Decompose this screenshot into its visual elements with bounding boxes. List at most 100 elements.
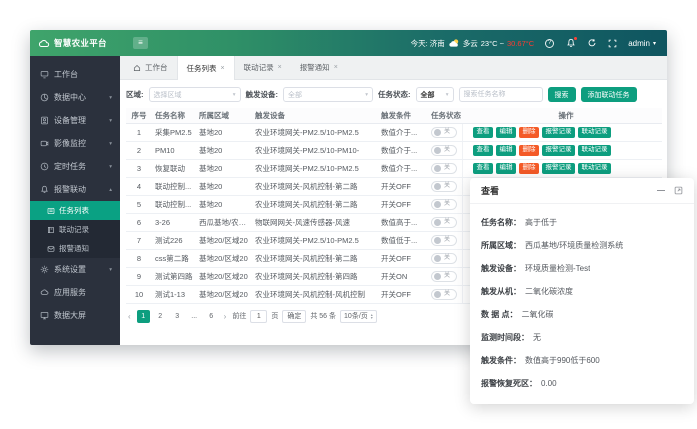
field-value: 环境质量检测-Test [525, 263, 590, 274]
sidebar-item-timed-tasks[interactable]: 定时任务 ▾ [30, 155, 120, 178]
action-edit-button[interactable]: 编辑 [496, 127, 516, 139]
sidebar-item-data-center[interactable]: 数据中心 ▾ [30, 86, 120, 109]
sidebar-collapse-button[interactable]: ≡ [133, 37, 148, 49]
add-linkage-task-button[interactable]: 添加联动任务 [581, 87, 637, 102]
sidebar-item-video-monitor[interactable]: 影像监控 ▾ [30, 132, 120, 155]
close-icon[interactable]: × [221, 65, 225, 72]
action-alarm-record-button[interactable]: 报警记录 [542, 127, 575, 139]
action-view-button[interactable]: 查看 [473, 163, 493, 175]
status-toggle[interactable]: 关 [431, 145, 457, 156]
next-page-icon[interactable]: › [222, 312, 229, 321]
sidebar-item-workbench[interactable]: 工作台 [30, 63, 120, 86]
status-toggle[interactable]: 关 [431, 217, 457, 228]
status-toggle[interactable]: 关 [431, 199, 457, 210]
confirm-button[interactable]: 确定 [282, 310, 306, 323]
username: admin [628, 39, 650, 48]
expand-icon[interactable] [674, 186, 683, 195]
tab-workbench[interactable]: 工作台 [124, 56, 177, 79]
action-alarm-record-button[interactable]: 报警记录 [542, 145, 575, 157]
page-6[interactable]: 6 [205, 310, 218, 323]
toggle-knob [434, 129, 441, 136]
search-input[interactable] [459, 87, 543, 102]
page-2[interactable]: 2 [154, 310, 167, 323]
gear-icon [40, 265, 49, 274]
notifications-bell-icon[interactable] [565, 38, 576, 49]
toggle-knob [434, 165, 441, 172]
status-toggle[interactable]: 关 [431, 253, 457, 264]
search-button[interactable]: 搜索 [548, 87, 576, 102]
minimize-icon[interactable] [657, 190, 665, 192]
page-size-select[interactable]: 10条/页 ▴▾ [340, 310, 377, 323]
action-view-button[interactable]: 查看 [473, 127, 493, 139]
sidebar-item-system-settings[interactable]: 系统设置 ▾ [30, 258, 120, 281]
sidebar-item-linkage-records[interactable]: 联动记录 [30, 220, 120, 239]
refresh-icon[interactable] [586, 38, 597, 49]
action-edit-button[interactable]: 编辑 [496, 163, 516, 175]
status-toggle[interactable]: 关 [431, 163, 457, 174]
list-icon [47, 207, 55, 215]
fullscreen-icon[interactable] [607, 38, 618, 49]
cell-trigger-device: 物联网网关-风速传感器-风速 [252, 213, 378, 231]
task-status-label: 任务状态: [378, 89, 411, 100]
action-linkage-record-button[interactable]: 联动记录 [578, 127, 611, 139]
close-icon[interactable]: × [278, 64, 282, 71]
action-delete-button[interactable]: 删除 [519, 127, 539, 139]
status-toggle[interactable]: 关 [431, 289, 457, 300]
tab-task-list[interactable]: 任务列表 × [177, 56, 235, 80]
tab-alarm-notify[interactable]: 报警通知 × [291, 56, 347, 79]
status-toggle[interactable]: 关 [431, 181, 457, 192]
sidebar-item-app-services[interactable]: 应用服务 [30, 281, 120, 304]
prev-page-icon[interactable]: ‹ [126, 312, 133, 321]
app-title: 智慧农业平台 [54, 37, 107, 49]
cell-sliver [462, 285, 470, 303]
sidebar-item-device-manage[interactable]: 设备管理 ▾ [30, 109, 120, 132]
status-toggle[interactable]: 关 [431, 235, 457, 246]
cell-task-name: css第二路 [152, 249, 196, 267]
book-icon [47, 226, 55, 234]
status-toggle[interactable]: 关 [431, 127, 457, 138]
action-linkage-record-button[interactable]: 联动记录 [578, 163, 611, 175]
help-icon[interactable]: ? [544, 38, 555, 49]
field-value: 二氧化碳浓度 [525, 286, 573, 297]
cell-trigger-condition: 开关OFF [378, 177, 428, 195]
cell-num: 9 [126, 267, 152, 285]
device-icon [40, 116, 49, 125]
sidebar-item-alarm-linkage[interactable]: 报警联动 ▴ [30, 178, 120, 201]
goto-page-input[interactable] [250, 310, 267, 323]
user-menu[interactable]: admin ▾ [628, 39, 656, 48]
cell-task-status: 关 [428, 177, 462, 195]
sidebar-item-data-screen[interactable]: 数据大屏 [30, 304, 120, 327]
sidebar-item-task-list[interactable]: 任务列表 [30, 201, 120, 220]
chevron-down-icon: ▾ [365, 92, 368, 98]
page-3[interactable]: 3 [171, 310, 184, 323]
region-label: 区域: [126, 89, 144, 100]
action-delete-button[interactable]: 删除 [519, 163, 539, 175]
close-icon[interactable]: × [334, 64, 338, 71]
notification-badge [574, 37, 578, 41]
cell-trigger-condition: 数值介于... [378, 123, 428, 141]
action-delete-button[interactable]: 删除 [519, 145, 539, 157]
modal-header: 查看 [470, 178, 694, 204]
field-label: 任务名称： [481, 217, 521, 228]
cell-region: 基地20 [196, 177, 252, 195]
action-edit-button[interactable]: 编辑 [496, 145, 516, 157]
top-header: 智慧农业平台 ≡ 今天: 济南 多云 23°C ~ 30.67°C ? [30, 30, 667, 56]
page-1[interactable]: 1 [137, 310, 150, 323]
cell-task-status: 关 [428, 213, 462, 231]
sidebar: 工作台 数据中心 ▾ 设备管理 ▾ 影像监控 ▾ 定时任务 ▾ [30, 56, 120, 345]
action-view-button[interactable]: 查看 [473, 145, 493, 157]
pie-chart-icon [40, 93, 49, 102]
toggle-knob [434, 273, 441, 280]
trigger-device-select[interactable]: 全部 ▾ [283, 87, 373, 102]
tab-linkage-records[interactable]: 联动记录 × [235, 56, 291, 79]
cell-task-status: 关 [428, 159, 462, 177]
toggle-knob [434, 201, 441, 208]
sidebar-item-alarm-notify[interactable]: 报警通知 [30, 239, 120, 258]
action-linkage-record-button[interactable]: 联动记录 [578, 145, 611, 157]
toggle-knob [434, 183, 441, 190]
action-alarm-record-button[interactable]: 报警记录 [542, 163, 575, 175]
task-status-select[interactable]: 全部 ▾ [416, 87, 454, 102]
status-toggle[interactable]: 关 [431, 271, 457, 282]
cell-region: 基地20 [196, 159, 252, 177]
region-select[interactable]: 选择区域 ▾ [149, 87, 241, 102]
